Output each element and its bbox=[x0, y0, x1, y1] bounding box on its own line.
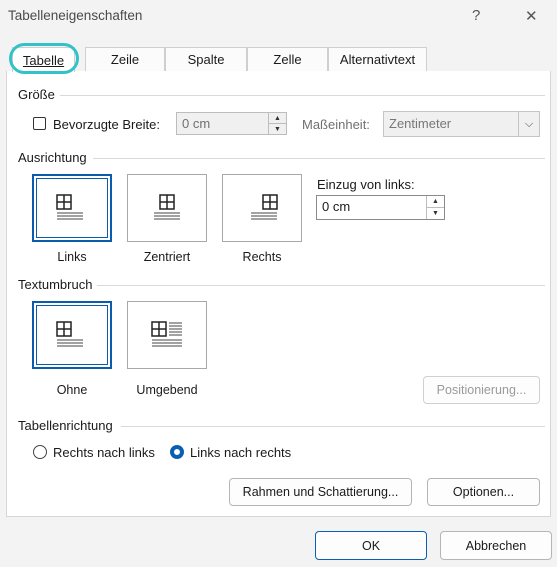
preferred-width-spinner[interactable]: 0 cm ▲ ▼ bbox=[176, 112, 287, 135]
wrap-none-label: Ohne bbox=[56, 383, 88, 397]
close-icon[interactable]: ✕ bbox=[525, 7, 538, 25]
wrap-none-icon bbox=[56, 321, 83, 347]
spin-down-icon[interactable]: ▼ bbox=[426, 208, 444, 219]
tab-zeile[interactable]: Zeile bbox=[85, 47, 165, 71]
rtl-radio[interactable] bbox=[33, 445, 47, 459]
preferred-width-label: Bevorzugte Breite: bbox=[53, 117, 160, 132]
ltr-radio[interactable] bbox=[170, 445, 184, 459]
active-tab-highlight bbox=[9, 43, 79, 74]
cancel-button[interactable]: Abbrechen bbox=[440, 531, 552, 560]
tab-zelle[interactable]: Zelle bbox=[247, 47, 328, 71]
wrap-around-label: Umgebend bbox=[136, 383, 198, 397]
indent-label: Einzug von links: bbox=[317, 177, 415, 192]
align-left-option[interactable] bbox=[32, 174, 112, 242]
alignment-separator bbox=[93, 158, 545, 159]
help-icon[interactable]: ? bbox=[472, 7, 480, 24]
unit-label: Maßeinheit: bbox=[302, 117, 370, 132]
spin-up-icon[interactable]: ▲ bbox=[268, 113, 286, 124]
align-right-icon bbox=[251, 194, 278, 220]
dialog-title: Tabelleneigenschaften bbox=[8, 8, 143, 23]
size-separator bbox=[60, 95, 545, 96]
chevron-down-icon: ⌵ bbox=[518, 112, 539, 136]
unit-select[interactable]: Zentimeter ⌵ bbox=[383, 111, 540, 137]
spin-down-icon[interactable]: ▼ bbox=[268, 124, 286, 134]
alignment-section-label: Ausrichtung bbox=[18, 150, 87, 165]
align-center-icon bbox=[154, 194, 180, 220]
align-center-label: Zentriert bbox=[143, 250, 191, 264]
align-right-option[interactable] bbox=[222, 174, 302, 242]
align-left-label: Links bbox=[57, 250, 87, 264]
indent-value: 0 cm bbox=[322, 199, 351, 214]
ltr-label: Links nach rechts bbox=[190, 445, 292, 460]
align-center-option[interactable] bbox=[127, 174, 207, 242]
wrap-none-option[interactable] bbox=[32, 301, 112, 369]
ok-button[interactable]: OK bbox=[315, 531, 427, 560]
wrapping-separator bbox=[97, 285, 545, 286]
indent-spinner[interactable]: 0 cm ▲ ▼ bbox=[316, 195, 445, 220]
wrap-around-icon bbox=[151, 321, 182, 347]
wrap-around-option[interactable] bbox=[127, 301, 207, 369]
tab-spalte[interactable]: Spalte bbox=[165, 47, 247, 71]
unit-select-value: Zentimeter bbox=[389, 116, 452, 131]
preferred-width-value: 0 cm bbox=[182, 116, 211, 131]
borders-shading-button[interactable]: Rahmen und Schattierung... bbox=[229, 478, 412, 506]
rtl-label: Rechts nach links bbox=[53, 445, 155, 460]
direction-separator bbox=[121, 426, 545, 427]
positioning-button[interactable]: Positionierung... bbox=[423, 376, 540, 404]
tab-label: Zelle bbox=[273, 52, 302, 67]
tab-label: Spalte bbox=[187, 52, 225, 67]
direction-section-label: Tabellenrichtung bbox=[18, 418, 113, 433]
align-left-icon bbox=[56, 194, 83, 220]
tab-label: Alternativtext bbox=[339, 52, 416, 67]
spin-up-icon[interactable]: ▲ bbox=[426, 196, 444, 208]
tab-label: Zeile bbox=[110, 52, 140, 67]
tab-alternativtext[interactable]: Alternativtext bbox=[328, 47, 427, 71]
size-section-label: Größe bbox=[18, 87, 55, 102]
wrapping-section-label: Textumbruch bbox=[18, 277, 93, 292]
options-button[interactable]: Optionen... bbox=[427, 478, 540, 506]
align-right-label: Rechts bbox=[242, 250, 282, 264]
preferred-width-checkbox[interactable] bbox=[33, 117, 46, 130]
